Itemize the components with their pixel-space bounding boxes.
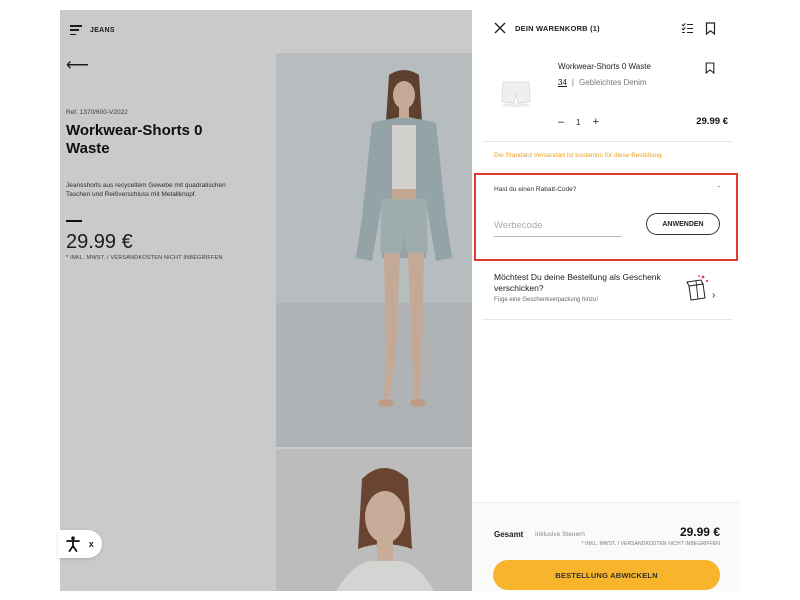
divider: [66, 220, 82, 222]
accessibility-icon[interactable]: [66, 536, 81, 552]
shipping-note: Die Standard Versandart ist kostenlos fü…: [494, 152, 662, 159]
product-photo-full-body[interactable]: [276, 53, 472, 447]
close-icon[interactable]: [494, 22, 506, 34]
chevron-right-icon[interactable]: ›: [712, 290, 715, 301]
item-variant: 34 | Gebleichtes Denim: [558, 78, 647, 87]
gift-option-row[interactable]: Möchtest Du deine Bestellung als Geschen…: [482, 264, 732, 320]
product-description: Jeansshorts aus recyceltem Gewebe mit qu…: [66, 182, 226, 198]
arrow-left-icon[interactable]: ⟵: [66, 58, 89, 74]
product-tax-note: * INKL. MWST. / VERSANDKOSTEN NICHT INBE…: [66, 255, 223, 261]
product-price: 29.99 €: [66, 231, 133, 253]
bookmark-icon[interactable]: [705, 22, 716, 35]
gift-box-icon: [686, 275, 709, 301]
item-color: Gebleichtes Denim: [578, 78, 647, 87]
site-header: JEANS: [70, 22, 115, 38]
promo-code-input[interactable]: [494, 215, 622, 237]
cart-title: DEIN WARENKORB (1): [515, 24, 600, 33]
accessibility-widget[interactable]: x: [58, 530, 102, 558]
total-tax-included: Inklusive Steuern: [535, 531, 585, 538]
gift-subtitle: Füge eine Geschenkverpackung hinzu!: [494, 297, 599, 303]
cart-drawer: DEIN WARENKORB (1) Workwear-Shorts 0 Was…: [472, 10, 740, 591]
hamburger-icon[interactable]: [70, 25, 82, 35]
variant-separator: |: [571, 78, 574, 87]
cart-item: Workwear-Shorts 0 Waste 34 | Gebleichtes…: [482, 54, 732, 142]
item-size[interactable]: 34: [558, 78, 567, 87]
brand-label[interactable]: JEANS: [90, 27, 115, 34]
model-illustration: [276, 53, 472, 447]
total-price: 29.99 €: [679, 525, 720, 539]
gift-title: Möchtest Du deine Bestellung als Geschen…: [494, 272, 661, 293]
bookmark-icon[interactable]: [705, 62, 715, 74]
footer-tax-note: * INKL. MWST. / VERSANDKOSTEN NICHT INBE…: [581, 541, 720, 547]
quantity-stepper: – 1 +: [558, 117, 599, 128]
product-title: Workwear-Shorts 0 Waste: [66, 122, 203, 157]
promo-label[interactable]: Hast du einen Rabatt-Code?: [494, 186, 576, 193]
product-photo-portrait[interactable]: [276, 449, 472, 591]
promo-code-section: Hast du einen Rabatt-Code? ˗ ANWENDEN: [474, 173, 738, 261]
item-price: 29.99 €: [696, 116, 728, 127]
accessibility-close-button[interactable]: x: [89, 539, 94, 549]
checklist-icon[interactable]: [681, 22, 694, 35]
item-thumbnail[interactable]: [497, 74, 535, 110]
qty-increase-button[interactable]: +: [593, 117, 599, 128]
qty-decrease-button[interactable]: –: [558, 117, 564, 128]
item-name[interactable]: Workwear-Shorts 0 Waste: [558, 62, 651, 71]
product-ref: Ref. 1370/600-V2022: [66, 109, 128, 116]
cart-footer: Gesamt Inklusive Steuern 29.99 € * INKL.…: [472, 502, 740, 591]
promo-collapse-toggle[interactable]: ˗: [718, 183, 720, 190]
apply-promo-button[interactable]: ANWENDEN: [646, 213, 720, 235]
portrait-illustration: [276, 449, 472, 591]
cart-header: DEIN WARENKORB (1): [472, 10, 740, 48]
checkout-button[interactable]: BESTELLUNG ABWICKELN: [493, 560, 720, 590]
product-page: JEANS ⟵ Ref. 1370/600-V2022 Workwear-Sho…: [60, 10, 472, 591]
total-label: Gesamt: [494, 530, 524, 539]
qty-value: 1: [576, 118, 581, 127]
